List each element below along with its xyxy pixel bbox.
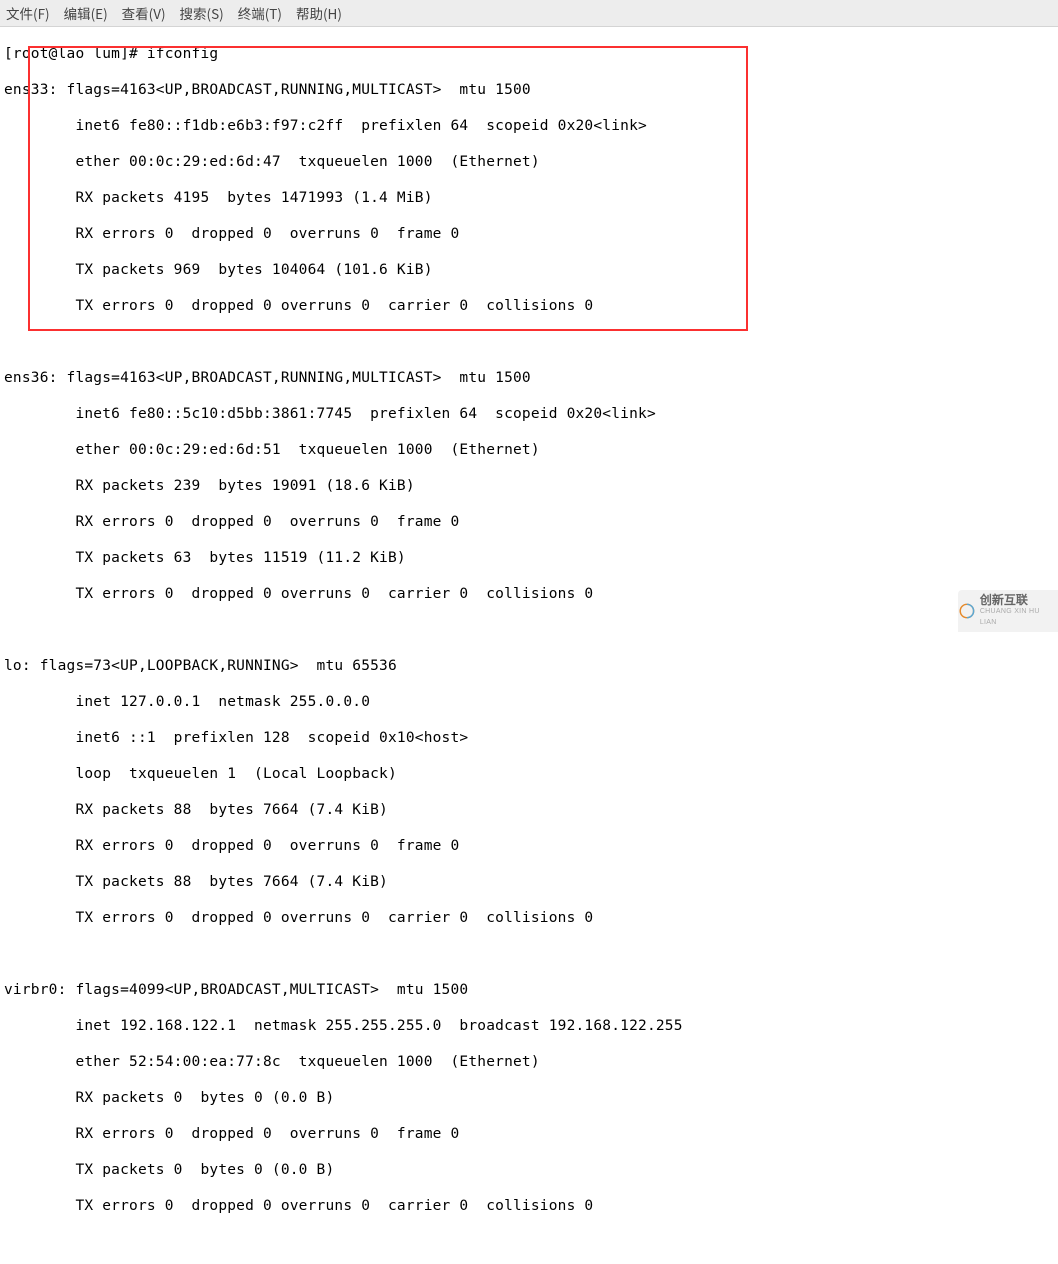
watermark-text-zh: 创新互联 xyxy=(980,595,1058,606)
ifconfig-line: TX packets 0 bytes 0 (0.0 B) xyxy=(4,1161,1058,1179)
ifconfig-line: virbr0: flags=4099<UP,BROADCAST,MULTICAS… xyxy=(4,981,1058,999)
ifconfig-line: TX errors 0 dropped 0 overruns 0 carrier… xyxy=(4,585,1058,603)
ifconfig-line: inet 192.168.122.1 netmask 255.255.255.0… xyxy=(4,1017,1058,1035)
blank-line xyxy=(4,945,1058,963)
ifconfig-line: RX packets 239 bytes 19091 (18.6 KiB) xyxy=(4,477,1058,495)
ifconfig-line: TX errors 0 dropped 0 overruns 0 carrier… xyxy=(4,297,1058,315)
menu-edit[interactable]: 编辑(E) xyxy=(64,3,108,23)
ifconfig-line: ether 00:0c:29:ed:6d:51 txqueuelen 1000 … xyxy=(4,441,1058,459)
ifconfig-line: loop txqueuelen 1 (Local Loopback) xyxy=(4,765,1058,783)
ifconfig-line: ens33: flags=4163<UP,BROADCAST,RUNNING,M… xyxy=(4,81,1058,99)
logo-icon xyxy=(958,602,976,620)
blank-line xyxy=(4,621,1058,639)
ifconfig-line: RX errors 0 dropped 0 overruns 0 frame 0 xyxy=(4,837,1058,855)
watermark-text-en: CHUANG XIN HU LIAN xyxy=(980,606,1058,628)
terminal-output[interactable]: [root@lao lum]# ifconfig ens33: flags=41… xyxy=(0,27,1058,1264)
ifconfig-line: ether 52:54:00:ea:77:8c txqueuelen 1000 … xyxy=(4,1053,1058,1071)
ifconfig-line: TX packets 88 bytes 7664 (7.4 KiB) xyxy=(4,873,1058,891)
ifconfig-line: RX errors 0 dropped 0 overruns 0 frame 0 xyxy=(4,225,1058,243)
ifconfig-line: inet6 ::1 prefixlen 128 scopeid 0x10<hos… xyxy=(4,729,1058,747)
menu-search[interactable]: 搜索(S) xyxy=(180,3,224,23)
ifconfig-line: lo: flags=73<UP,LOOPBACK,RUNNING> mtu 65… xyxy=(4,657,1058,675)
blank-line xyxy=(4,333,1058,351)
ifconfig-line: RX errors 0 dropped 0 overruns 0 frame 0 xyxy=(4,1125,1058,1143)
menu-terminal[interactable]: 终端(T) xyxy=(238,3,282,23)
ifconfig-line: TX errors 0 dropped 0 overruns 0 carrier… xyxy=(4,1197,1058,1215)
menubar: 文件(F) 编辑(E) 查看(V) 搜索(S) 终端(T) 帮助(H) xyxy=(0,0,1058,27)
watermark: 创新互联 CHUANG XIN HU LIAN xyxy=(958,590,1058,632)
ifconfig-line: ens36: flags=4163<UP,BROADCAST,RUNNING,M… xyxy=(4,369,1058,387)
ifconfig-line: RX packets 88 bytes 7664 (7.4 KiB) xyxy=(4,801,1058,819)
ifconfig-line: TX errors 0 dropped 0 overruns 0 carrier… xyxy=(4,909,1058,927)
ifconfig-line: TX packets 63 bytes 11519 (11.2 KiB) xyxy=(4,549,1058,567)
ifconfig-line: TX packets 969 bytes 104064 (101.6 KiB) xyxy=(4,261,1058,279)
ifconfig-line: inet6 fe80::f1db:e6b3:f97:c2ff prefixlen… xyxy=(4,117,1058,135)
ifconfig-line: RX packets 4195 bytes 1471993 (1.4 MiB) xyxy=(4,189,1058,207)
ifconfig-line: RX errors 0 dropped 0 overruns 0 frame 0 xyxy=(4,513,1058,531)
menu-help[interactable]: 帮助(H) xyxy=(296,3,342,23)
prompt-line: [root@lao lum]# ifconfig xyxy=(4,45,1058,63)
ifconfig-line: inet6 fe80::5c10:d5bb:3861:7745 prefixle… xyxy=(4,405,1058,423)
menu-file[interactable]: 文件(F) xyxy=(6,3,50,23)
menu-view[interactable]: 查看(V) xyxy=(122,3,166,23)
ifconfig-line: ether 00:0c:29:ed:6d:47 txqueuelen 1000 … xyxy=(4,153,1058,171)
ifconfig-line: RX packets 0 bytes 0 (0.0 B) xyxy=(4,1089,1058,1107)
ifconfig-line: inet 127.0.0.1 netmask 255.0.0.0 xyxy=(4,693,1058,711)
